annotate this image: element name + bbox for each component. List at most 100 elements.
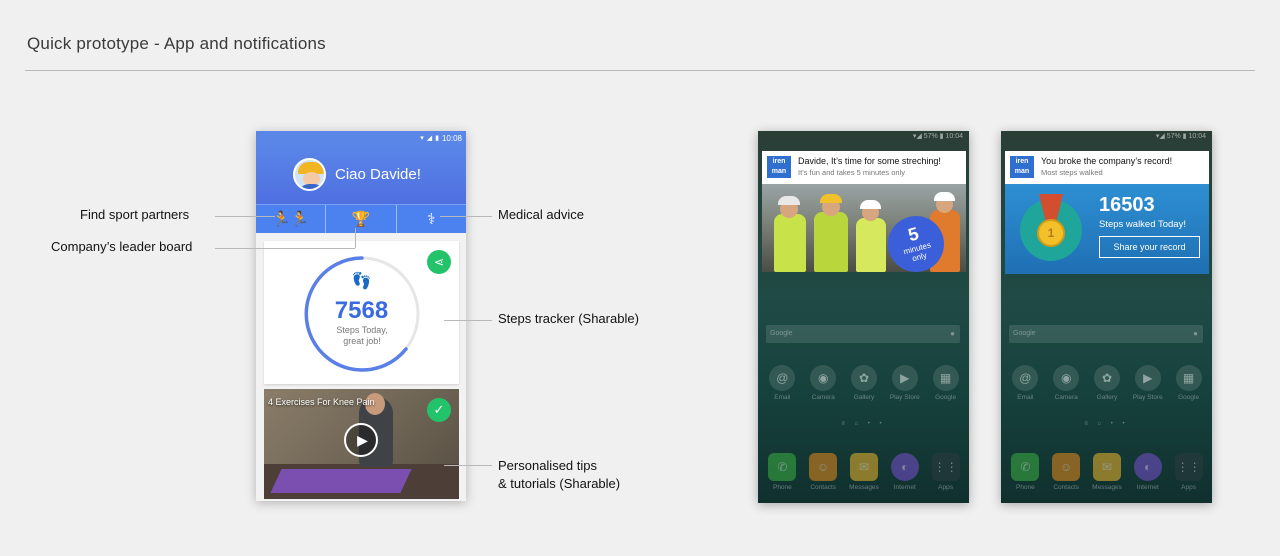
gallery-icon: ✿ <box>1093 365 1120 391</box>
callout-line <box>440 216 492 217</box>
app-phone: ▾ ◢ ▮ 10:08 Ciao Davide! 🏃🏃 🏆 ⚕ 👣 7568 S… <box>256 131 466 501</box>
app-play-store[interactable]: ▶ Play Store <box>1129 365 1167 401</box>
gallery-icon: ✿ <box>850 365 877 391</box>
notification-record[interactable]: iren man You broke the company’s record!… <box>1005 151 1209 274</box>
play-icon: ▶ <box>357 431 368 448</box>
google-search-bar[interactable]: Google ● <box>1009 325 1203 343</box>
callout-leader-board: Company’s leader board <box>51 239 193 254</box>
irenman-logo-icon: iren man <box>1010 156 1034 178</box>
play-button[interactable]: ▶ <box>344 423 378 457</box>
camera-icon: ◉ <box>1053 365 1080 391</box>
avatar[interactable] <box>293 158 326 191</box>
dock-apps[interactable]: ⋮⋮ Apps <box>1170 453 1208 491</box>
steps-value: 7568 <box>334 297 389 324</box>
app-email[interactable]: @ Email <box>1006 365 1044 401</box>
dock-contacts[interactable]: ☺ Contacts <box>1047 453 1085 491</box>
messages-icon: ✉ <box>1092 453 1121 481</box>
app-play-store[interactable]: ▶ Play Store <box>886 365 924 401</box>
play-store-icon: ▶ <box>891 365 918 391</box>
page-title: Quick prototype - App and notifications <box>27 34 326 53</box>
share-record-button[interactable]: Share your record <box>1099 236 1200 258</box>
contacts-icon: ☺ <box>1052 453 1081 481</box>
play-store-icon: ▶ <box>1134 365 1161 391</box>
callout-tips-line1: Personalised tips <box>498 458 597 473</box>
callout-find-partners: Find sport partners <box>80 207 190 222</box>
google-folder-icon: ▦ <box>932 365 959 391</box>
dock-messages[interactable]: ✉ Messages <box>845 453 883 491</box>
dock-phone[interactable]: ✆ Phone <box>763 453 801 491</box>
camera-icon: ◉ <box>810 365 837 391</box>
running-people-icon: 🏃🏃 <box>271 211 310 228</box>
dock-apps[interactable]: ⋮⋮ Apps <box>927 453 965 491</box>
app-camera[interactable]: ◉ Camera <box>1047 365 1085 401</box>
app-google[interactable]: ▦ Google <box>1170 365 1208 401</box>
callout-line <box>215 216 275 217</box>
home-screen-stretch: ▾◢ 57% ▮ 10:04 iren man Davide, It’s tim… <box>758 131 969 503</box>
app-grid: @ Email ◉ Camera ✿ Gallery ▶ Play Store ▦ Goo… <box>762 365 966 401</box>
dock-internet[interactable]: ◐ Internet <box>1129 453 1167 491</box>
share-icon: ⋖ <box>433 255 445 269</box>
app-gallery[interactable]: ✿ Gallery <box>1088 365 1126 401</box>
status-bar: ▾ ◢ ▮ 10:08 <box>256 131 466 145</box>
notification-subtitle: Most steps walked <box>1041 168 1103 177</box>
title-divider <box>25 70 1255 71</box>
record-panel: 1 16503 Steps walked Today! Share your r… <box>1005 184 1209 274</box>
record-caption: Steps walked Today! <box>1099 219 1186 230</box>
stethoscope-icon: ⚕ <box>427 211 436 228</box>
page-indicator: ≡ ⌂ • • <box>841 421 886 427</box>
irenman-logo-icon: iren man <box>767 156 791 178</box>
apps-grid-icon: ⋮⋮ <box>931 453 960 481</box>
dock-messages[interactable]: ✉ Messages <box>1088 453 1126 491</box>
tutorial-video-card[interactable]: 4 Exercises For Knee Pain ▶ ✓ <box>264 389 459 499</box>
callout-line <box>444 320 492 321</box>
email-icon: @ <box>1012 365 1039 391</box>
completed-button[interactable]: ✓ <box>427 398 451 422</box>
dock-contacts[interactable]: ☺ Contacts <box>804 453 842 491</box>
steps-tracker-card[interactable]: 👣 7568 Steps Today, great job! ⋖ <box>264 241 459 384</box>
notification-stretching[interactable]: iren man Davide, It’s time for some stre… <box>762 151 966 272</box>
greeting: Ciao Davide! <box>335 166 421 183</box>
phone-status-bar: ▾◢ 57% ▮ 10:04 <box>912 133 963 140</box>
internet-icon: ◐ <box>1133 453 1162 481</box>
status-time: 10:08 <box>441 133 462 143</box>
notification-title: Davide, It’s time for some streching! <box>798 156 941 166</box>
page-indicator: ≡ ⌂ • • <box>1084 421 1129 427</box>
steps-caption: Steps Today, great job! <box>336 325 388 346</box>
phone-icon: ✆ <box>1011 453 1040 481</box>
phone-status-bar: ▾◢ 57% ▮ 10:04 <box>1155 133 1206 140</box>
tab-leader-board[interactable]: 🏆 <box>326 205 397 233</box>
notification-subtitle: It’s fun and takes 5 minutes only <box>798 168 906 177</box>
email-icon: @ <box>769 365 796 391</box>
app-google[interactable]: ▦ Google <box>927 365 965 401</box>
share-button[interactable]: ⋖ <box>427 250 451 274</box>
callout-line <box>355 228 356 248</box>
signal-icon: ◢ <box>426 135 433 142</box>
footsteps-icon: 👣 <box>351 273 372 290</box>
google-search-bar[interactable]: Google ● <box>766 325 960 343</box>
tab-medical-advice[interactable]: ⚕ <box>397 205 466 233</box>
app-camera[interactable]: ◉ Camera <box>804 365 842 401</box>
phone-icon: ✆ <box>768 453 797 481</box>
wifi-icon: ▾ <box>420 135 424 142</box>
callout-medical-advice: Medical advice <box>498 207 584 222</box>
trophy-icon: 🏆 <box>351 211 371 228</box>
apps-grid-icon: ⋮⋮ <box>1174 453 1203 481</box>
mic-icon[interactable]: ● <box>1193 325 1198 343</box>
callout-steps-tracker: Steps tracker (Sharable) <box>498 311 639 326</box>
app-gallery[interactable]: ✿ Gallery <box>845 365 883 401</box>
dock-internet[interactable]: ◐ Internet <box>886 453 924 491</box>
callout-tips-line2: & tutorials (Sharable) <box>498 476 621 491</box>
gold-medal-icon: 1 <box>1037 219 1065 247</box>
app-grid: @ Email ◉ Camera ✿ Gallery ▶ Play Store ▦ Goo… <box>1005 365 1209 401</box>
messages-icon: ✉ <box>849 453 878 481</box>
google-folder-icon: ▦ <box>1175 365 1202 391</box>
home-screen-record: ▾◢ 57% ▮ 10:04 iren man You broke the co… <box>1001 131 1212 503</box>
mic-icon[interactable]: ● <box>950 325 955 343</box>
app-email[interactable]: @ Email <box>763 365 801 401</box>
workers-photo: 5 minutes only <box>762 184 966 272</box>
dock: ✆ Phone ☺ Contacts ✉ Messages ◐ Internet ⋮⋮ A… <box>762 453 966 491</box>
internet-icon: ◐ <box>890 453 919 481</box>
callout-line <box>215 248 355 249</box>
tab-sport-partners[interactable]: 🏃🏃 <box>256 205 327 233</box>
dock-phone[interactable]: ✆ Phone <box>1006 453 1044 491</box>
